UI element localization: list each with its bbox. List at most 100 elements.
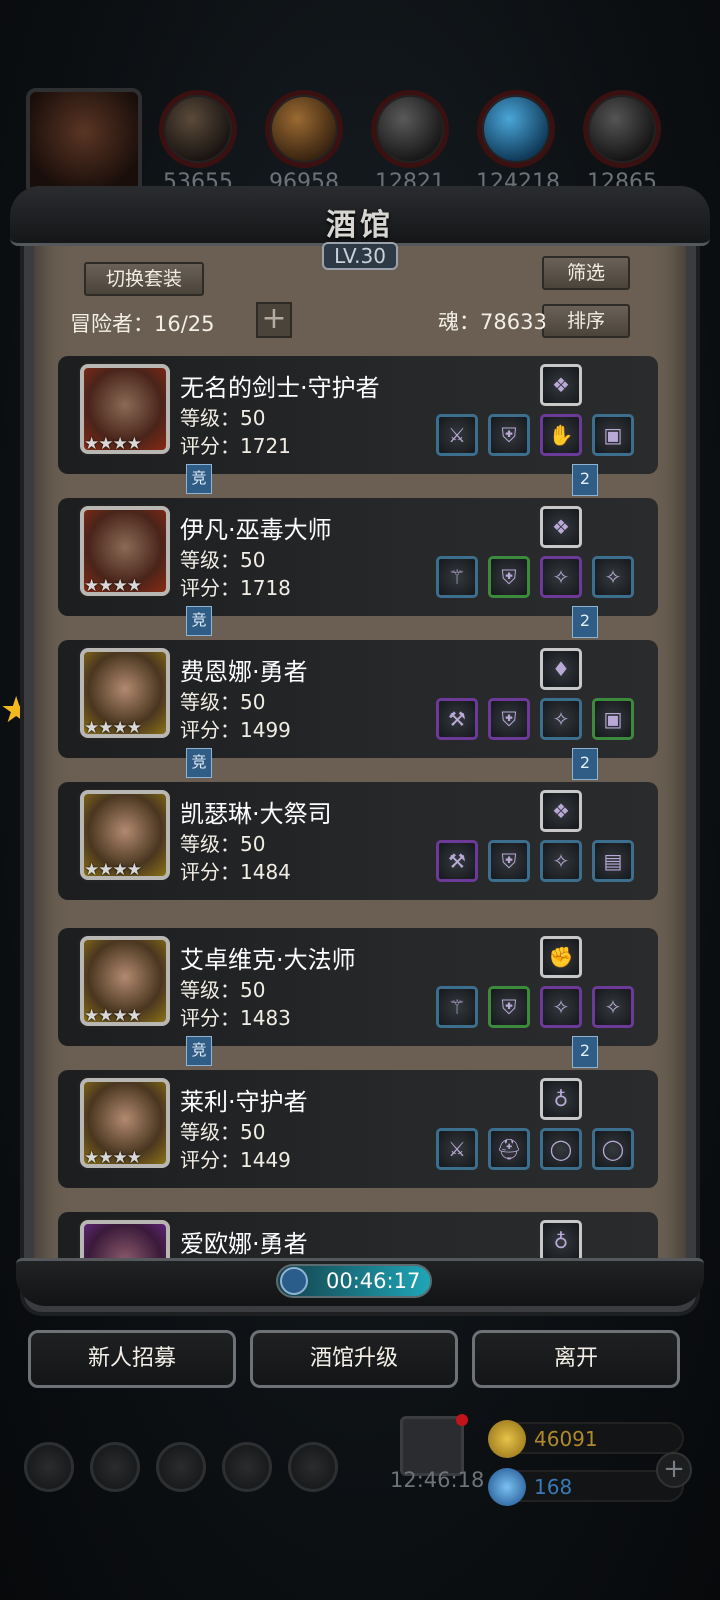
- hero-card[interactable]: ★★★★ 伊凡·巫毒大师 等级：50 评分：1718 ❖ ⚚ ⛨ ✧ ✧: [58, 498, 658, 616]
- gift-icon[interactable]: [400, 1416, 464, 1476]
- player-portrait[interactable]: [26, 88, 142, 196]
- star-rating: ★★★★: [84, 718, 142, 738]
- hammer-icon[interactable]: ⚒: [436, 840, 478, 882]
- iron-icon: [371, 90, 449, 168]
- crystal-icon[interactable]: ❖: [540, 790, 582, 832]
- sword-icon[interactable]: ⚔: [436, 1128, 478, 1170]
- mail-icon[interactable]: [222, 1442, 272, 1492]
- gem-icon[interactable]: ♦: [540, 648, 582, 690]
- staff-icon[interactable]: ⚚: [436, 556, 478, 598]
- chest-icon[interactable]: ▣: [592, 698, 634, 740]
- ring-icon[interactable]: ◯: [592, 1128, 634, 1170]
- gem-balance: 168: [488, 1468, 684, 1506]
- star-rating: ★★★★: [84, 1148, 142, 1168]
- necklace-icon[interactable]: ♁: [540, 1220, 582, 1262]
- glove-icon: ✊: [548, 945, 574, 969]
- hero-score: 评分：1483: [180, 1006, 291, 1030]
- hero-score: 评分：1484: [180, 860, 291, 884]
- glove-icon[interactable]: ✊: [540, 936, 582, 978]
- amulet-icon[interactable]: ✧: [540, 840, 582, 882]
- tavern-upgrade-button[interactable]: 酒馆升级: [250, 1330, 458, 1388]
- armor-icon[interactable]: ⛨: [488, 556, 530, 598]
- recruit-button[interactable]: 新人招募: [28, 1330, 236, 1388]
- hero-name: 爱欧娜·勇者: [180, 1230, 308, 1258]
- gauntlet-icon[interactable]: ✋: [540, 414, 582, 456]
- sword-icon: ⚔: [448, 423, 466, 447]
- resource-meat: 53655: [158, 90, 238, 195]
- armor-icon[interactable]: ⛨: [488, 414, 530, 456]
- crystal-icon[interactable]: ❖: [540, 506, 582, 548]
- armor-icon: ⛨: [501, 995, 517, 1019]
- amulet-icon[interactable]: ✧: [540, 698, 582, 740]
- gauntlet-icon: ✋: [548, 423, 574, 447]
- crystal-icon: ❖: [552, 373, 570, 397]
- sort-button[interactable]: 排序: [542, 304, 630, 338]
- hero-level: 等级：50: [180, 690, 266, 714]
- settings-icon[interactable]: [24, 1442, 74, 1492]
- helmet-icon: ⛑: [496, 1137, 522, 1161]
- hero-icon[interactable]: [156, 1442, 206, 1492]
- star-rating: ★★★★: [84, 860, 142, 880]
- crystal-icon: ❖: [552, 799, 570, 823]
- notification-dot: [456, 1414, 468, 1426]
- gem-icon: ♦: [552, 657, 570, 681]
- quest-icon[interactable]: [288, 1442, 338, 1492]
- ring-icon: ◯: [549, 1137, 573, 1161]
- scroll-icon[interactable]: ▤: [592, 840, 634, 882]
- scroll-icon: ▤: [603, 849, 623, 873]
- hero-name: 无名的剑士·守护者: [180, 374, 380, 402]
- leave-button[interactable]: 离开: [472, 1330, 680, 1388]
- amulet-icon: ✧: [552, 995, 570, 1019]
- armor-icon[interactable]: ⛨: [488, 840, 530, 882]
- set-count-badge: 2: [572, 1036, 598, 1068]
- hero-level: 等级：50: [180, 406, 266, 430]
- sword-icon: ⚔: [448, 1137, 466, 1161]
- hero-card[interactable]: ★★★★ 艾卓维克·大法师 等级：50 评分：1483 ✊ ⚚ ⛨ ✧ ✧: [58, 928, 658, 1046]
- armor-icon: ⛨: [501, 423, 517, 447]
- hero-card[interactable]: ★★★★ 无名的剑士·守护者 等级：50 评分：1721 ❖ ⚔ ⛨ ✋ ▣: [58, 356, 658, 474]
- hero-score: 评分：1721: [180, 434, 291, 458]
- helmet-icon[interactable]: ⛑: [488, 1128, 530, 1170]
- hero-level: 等级：50: [180, 548, 266, 572]
- armor-icon[interactable]: ⛨: [488, 698, 530, 740]
- set-count-badge: 2: [572, 464, 598, 496]
- switch-outfit-button[interactable]: 切换套装: [84, 262, 204, 296]
- amulet-icon[interactable]: ✧: [592, 986, 634, 1028]
- hero-card[interactable]: ★★★★ 莱利·守护者 等级：50 评分：1449 ♁ ⚔ ⛑ ◯ ◯: [58, 1070, 658, 1188]
- axe-icon[interactable]: ⚒: [436, 698, 478, 740]
- filter-button[interactable]: 筛选: [542, 256, 630, 290]
- armor-icon: ⛨: [501, 565, 517, 589]
- armor-icon[interactable]: ⛨: [488, 986, 530, 1028]
- amulet-icon[interactable]: ✧: [540, 556, 582, 598]
- achievement-icon[interactable]: [90, 1442, 140, 1492]
- game-screen: 53655 96958 12821 124218 12865 ★ 酒馆 LV.3…: [0, 0, 720, 1600]
- amulet-icon[interactable]: ✧: [540, 986, 582, 1028]
- arena-tag: 竞: [186, 1036, 212, 1066]
- hero-name: 莱利·守护者: [180, 1088, 308, 1116]
- hero-list[interactable]: ★★★★ 无名的剑士·守护者等级：50 评分：1721 ❖ ⚔ ⛨ ✋ ▣ 竞 2 ★★★★ 伊凡·巫…: [34, 344, 686, 1276]
- hero-score: 评分：1499: [180, 718, 291, 742]
- arena-tag: 竞: [186, 748, 212, 778]
- add-currency-button[interactable]: +: [656, 1452, 692, 1488]
- refresh-timer: 00:46:17: [276, 1264, 432, 1298]
- hero-score: 评分：1718: [180, 576, 291, 600]
- add-slot-button[interactable]: +: [256, 302, 292, 338]
- sword-icon[interactable]: ⚔: [436, 414, 478, 456]
- ring-icon[interactable]: ◯: [540, 1128, 582, 1170]
- crystal-icon[interactable]: ❖: [540, 364, 582, 406]
- panel-title: 酒馆: [326, 208, 394, 243]
- hero-name: 费恩娜·勇者: [180, 658, 308, 686]
- hero-card[interactable]: ★★★★ 凯瑟琳·大祭司 等级：50 评分：1484 ❖ ⚒ ⛨ ✧ ▤: [58, 782, 658, 900]
- amulet-icon[interactable]: ✧: [592, 556, 634, 598]
- amulet-icon: ✧: [552, 565, 570, 589]
- amulet-icon: ✧: [604, 995, 622, 1019]
- necklace-icon: ♁: [553, 1229, 569, 1253]
- hero-level: 等级：50: [180, 832, 266, 856]
- hero-card[interactable]: ★★★★ 费恩娜·勇者等级：50 评分：1499 ♦ ⚒ ⛨ ✧ ▣: [58, 640, 658, 758]
- hero-name: 艾卓维克·大法师: [180, 946, 356, 974]
- necklace-icon[interactable]: ♁: [540, 1078, 582, 1120]
- hero-level: 等级：50: [180, 1120, 266, 1144]
- chest-icon[interactable]: ▣: [592, 414, 634, 456]
- staff-icon[interactable]: ⚚: [436, 986, 478, 1028]
- hero-name: 伊凡·巫毒大师: [180, 516, 332, 544]
